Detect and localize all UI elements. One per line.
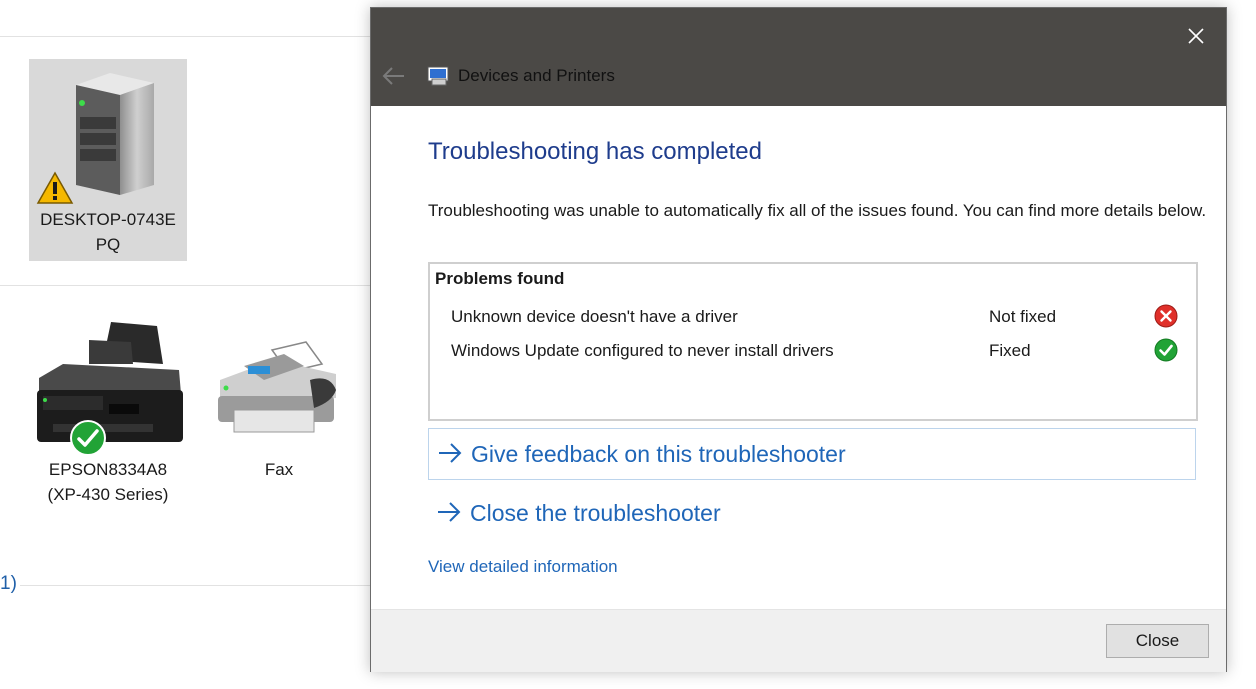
troubleshooter-dialog: Devices and Printers Troubleshooting has… [370, 7, 1227, 672]
warning-icon [36, 171, 74, 204]
device-label: DESKTOP-0743E [40, 210, 176, 229]
close-troubleshooter-link[interactable]: Close the troubleshooter [428, 488, 1194, 538]
device-label: (XP-430 Series) [47, 485, 169, 504]
link-label: Give feedback on this troubleshooter [471, 441, 846, 467]
error-icon [1154, 304, 1178, 328]
problems-title: Problems found [435, 269, 565, 288]
printer-icon [37, 322, 183, 442]
device-fax[interactable]: Fax [200, 330, 358, 490]
close-button[interactable]: Close [1106, 624, 1209, 658]
description-text: Troubleshooting was unable to automatica… [428, 201, 1207, 220]
problem-status: Fixed [989, 341, 1031, 360]
explorer-divider [0, 285, 372, 286]
problem-name: Windows Update configured to never insta… [451, 341, 834, 360]
device-label: PQ [95, 235, 121, 254]
give-feedback-link[interactable]: Give feedback on this troubleshooter [428, 428, 1196, 480]
check-icon [70, 420, 106, 456]
device-printer[interactable]: EPSON8334A8 (XP-430 Series) [29, 316, 187, 511]
arrow-right-icon [438, 502, 461, 522]
problems-panel: Problems found Unknown device doesn't ha… [428, 262, 1198, 421]
link-label: Close the troubleshooter [470, 500, 721, 526]
device-label: EPSON8334A8 [48, 460, 168, 479]
close-icon[interactable] [1180, 20, 1212, 52]
problem-row: Unknown device doesn't have a driver Not… [430, 304, 1196, 337]
device-label: Fax [264, 460, 294, 479]
devices-printers-icon [427, 66, 449, 86]
page-title: Troubleshooting has completed [428, 138, 762, 165]
fax-icon [218, 341, 336, 433]
check-icon [1154, 338, 1178, 362]
view-detailed-information-link[interactable]: View detailed information [428, 557, 618, 577]
dialog-footer: Close [371, 609, 1226, 672]
title-bar: Devices and Printers [371, 8, 1226, 106]
problem-status: Not fixed [989, 307, 1057, 326]
arrow-right-icon [439, 443, 462, 463]
section-count: 1) [0, 573, 17, 594]
back-arrow-icon[interactable] [381, 65, 407, 87]
problem-name: Unknown device doesn't have a driver [451, 307, 738, 326]
explorer-divider [0, 36, 372, 37]
problem-row: Windows Update configured to never insta… [430, 338, 1196, 371]
explorer-divider [20, 585, 372, 586]
device-computer[interactable]: DESKTOP-0743E PQ [29, 59, 187, 261]
window-title: Devices and Printers [458, 66, 615, 85]
